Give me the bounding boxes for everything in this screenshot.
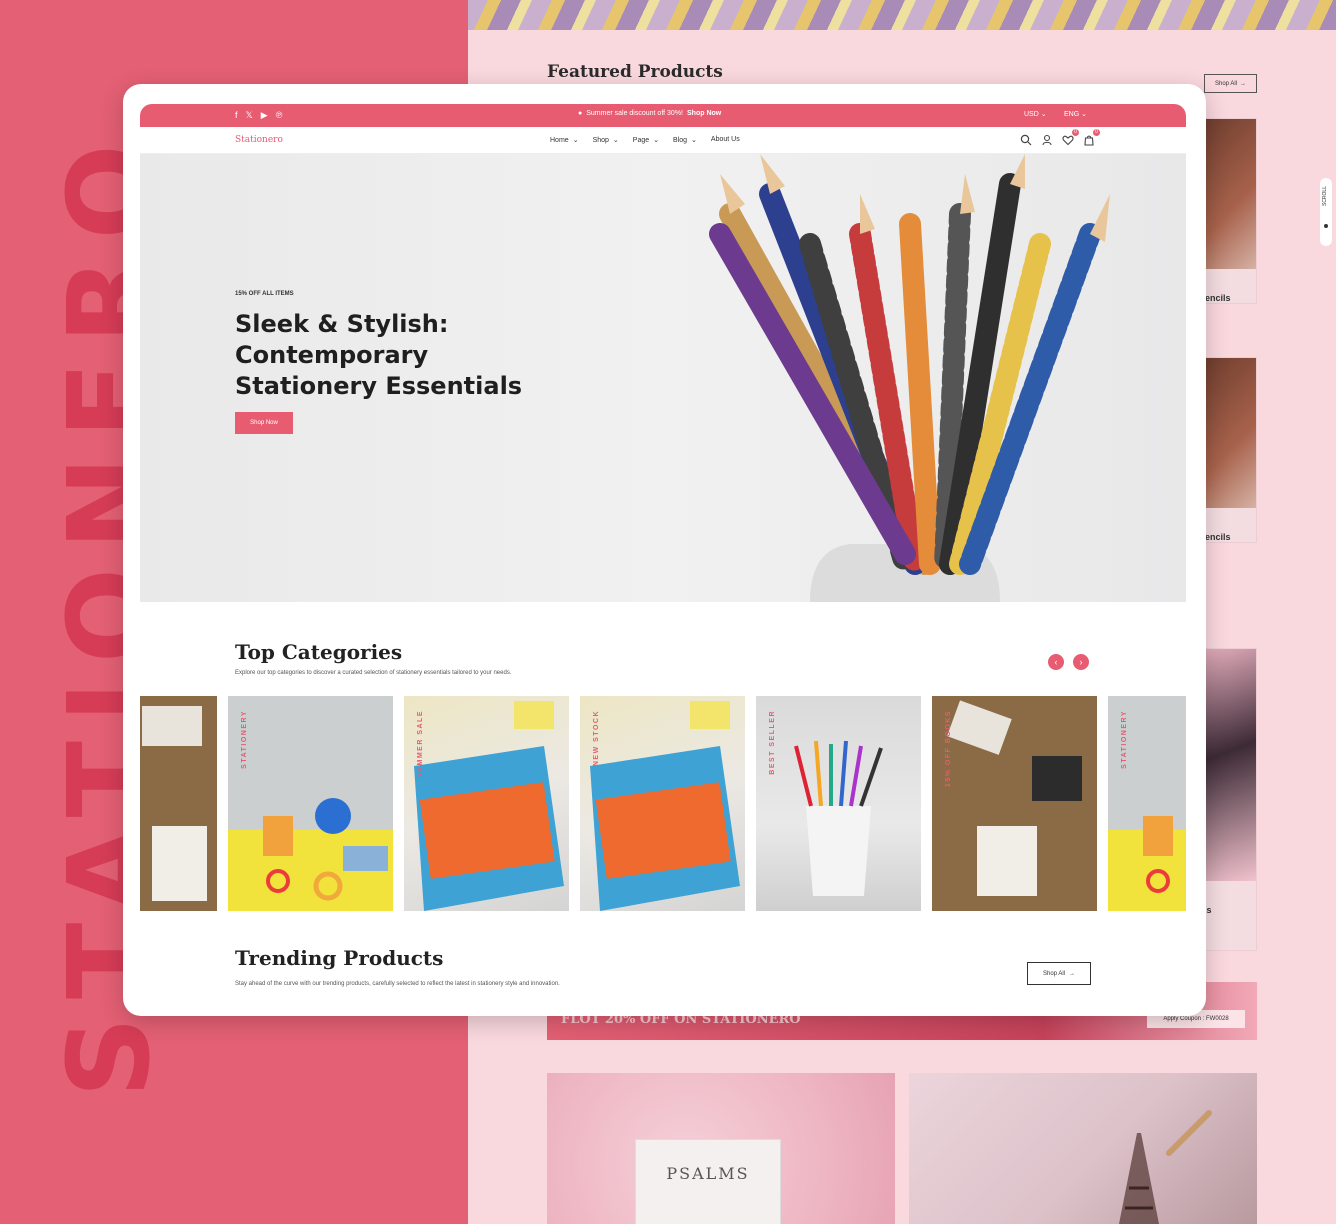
- top-categories-section: Top Categories Explore our top categorie…: [140, 602, 1186, 997]
- main-nav: Stationero Home ⌄ Shop ⌄ Page ⌄ Blog ⌄ About…: [140, 127, 1186, 154]
- featured-shop-all-button[interactable]: Shop All →: [1204, 74, 1257, 93]
- carousel-prev-button[interactable]: ‹: [1048, 654, 1064, 670]
- chevron-right-icon: ›: [1079, 657, 1083, 667]
- nav-item-blog[interactable]: Blog ⌄: [673, 136, 697, 144]
- nav-menu: Home ⌄ Shop ⌄ Page ⌄ Blog ⌄ About Us: [550, 136, 740, 144]
- user-icon[interactable]: [1041, 133, 1053, 146]
- announcement-shop-now-link[interactable]: Shop Now: [687, 110, 721, 117]
- trending-description: Stay ahead of the curve with our trendin…: [235, 981, 560, 987]
- facebook-icon[interactable]: f: [235, 109, 238, 121]
- nav-item-label: Shop: [592, 137, 609, 144]
- scroll-indicator[interactable]: SCROLL: [1320, 178, 1332, 246]
- category-tile[interactable]: STATIONERY: [228, 696, 393, 911]
- hero-title: Sleek & Stylish: Contemporary Stationery…: [235, 310, 523, 400]
- category-tile[interactable]: BEST SELLER: [756, 696, 921, 911]
- categories-description: Explore our top categories to discover a…: [235, 670, 512, 676]
- category-tile[interactable]: STATIONERY: [1108, 696, 1186, 911]
- arrow-right-icon: →: [1240, 80, 1247, 87]
- category-label: STATIONERY: [1121, 710, 1128, 769]
- nav-item-label: Page: [632, 137, 650, 144]
- category-carousel: STATIONERY SUMMER SALE NEW STOCK BEST SE…: [140, 696, 1186, 911]
- carousel-next-button[interactable]: ›: [1073, 654, 1089, 670]
- chevron-down-icon: ⌄: [691, 137, 697, 144]
- cart-count-badge: 0: [1093, 129, 1100, 136]
- top-bar: f 𝕏 ▶ ℗ ● Summer sale discount off 30%! …: [140, 104, 1186, 127]
- nav-item-label: Blog: [673, 137, 688, 144]
- trending-title: Trending Products: [235, 946, 444, 970]
- hero-banner: 15% OFF ALL ITEMS Sleek & Stylish: Conte…: [140, 154, 1186, 602]
- stationery-image: [1143, 816, 1173, 893]
- nav-item-label: Home: [550, 137, 569, 144]
- nav-item-about[interactable]: About Us: [711, 136, 740, 144]
- trending-shop-all-button[interactable]: Shop All →: [1027, 962, 1091, 985]
- pattern-banner: [468, 0, 1336, 30]
- category-label: SUMMER SALE: [417, 710, 424, 779]
- hero-shop-now-button[interactable]: Shop Now: [235, 412, 293, 434]
- youtube-icon[interactable]: ▶: [261, 109, 268, 121]
- cart-icon[interactable]: 0: [1083, 129, 1100, 146]
- eiffel-tower-icon: [1119, 1110, 1212, 1224]
- pencil-cup-image: [794, 740, 883, 896]
- currency-value: USD: [1024, 111, 1039, 118]
- trending-shop-all-label: Shop All: [1042, 970, 1066, 977]
- announcement: ● Summer sale discount off 30%! Shop Now: [578, 110, 721, 117]
- nav-item-home[interactable]: Home ⌄: [550, 136, 579, 144]
- psalms-book: PSALMS: [635, 1139, 781, 1224]
- search-icon[interactable]: [1020, 133, 1032, 146]
- chevron-down-icon: ⌄: [653, 137, 660, 144]
- x-icon[interactable]: 𝕏: [246, 109, 253, 121]
- wishlist-count-badge: 0: [1072, 129, 1079, 136]
- category-tile[interactable]: [140, 696, 217, 911]
- device-mockup: f 𝕏 ▶ ℗ ● Summer sale discount off 30%! …: [123, 84, 1206, 1016]
- hero-kicker: 15% OFF ALL ITEMS: [235, 291, 294, 297]
- chevron-down-icon: ⌄: [572, 137, 579, 144]
- arrow-right-icon: →: [1069, 970, 1076, 977]
- scroll-label: SCROLL: [1322, 186, 1328, 207]
- category-tile[interactable]: SUMMER SALE: [404, 696, 569, 911]
- chevron-down-icon: ⌄: [612, 137, 619, 144]
- category-label: 15% OFF BOOKS: [945, 710, 952, 788]
- wishlist-icon[interactable]: 0: [1062, 129, 1079, 146]
- category-tile[interactable]: NEW STOCK: [580, 696, 745, 911]
- pencils-illustration: [709, 154, 1110, 602]
- nav-item-shop[interactable]: Shop ⌄: [593, 136, 619, 144]
- notebook-image: [414, 701, 564, 911]
- chevron-down-icon: ⌄: [1081, 111, 1087, 118]
- chevron-down-icon: ⌄: [1040, 111, 1047, 118]
- blog-image-eiffel[interactable]: [909, 1073, 1257, 1224]
- blog-image-psalms[interactable]: PSALMS: [547, 1073, 895, 1224]
- categories-title: Top Categories: [235, 640, 403, 664]
- nav-item-label: About Us: [710, 136, 740, 143]
- fire-icon: ●: [578, 110, 583, 117]
- announcement-text: Summer sale discount off 30%!: [586, 110, 683, 117]
- notebook-image: [590, 701, 740, 911]
- nav-item-page[interactable]: Page ⌄: [633, 136, 659, 144]
- category-label: STATIONERY: [241, 710, 248, 769]
- stationery-image: [263, 798, 388, 901]
- featured-products-title: Featured Products: [547, 62, 723, 82]
- featured-shop-all-label: Shop All: [1214, 80, 1238, 87]
- envelopes-image: [142, 706, 207, 901]
- site-logo[interactable]: Stationero: [235, 135, 283, 145]
- language-select[interactable]: ENG ⌄: [1064, 110, 1087, 118]
- social-links: f 𝕏 ▶ ℗: [235, 109, 282, 121]
- website-screen: f 𝕏 ▶ ℗ ● Summer sale discount off 30%! …: [140, 104, 1186, 997]
- category-tile[interactable]: 15% OFF BOOKS: [932, 696, 1097, 911]
- scroll-dot: [1324, 224, 1328, 228]
- pinterest-icon[interactable]: ℗: [276, 109, 283, 121]
- nav-icons: 0 0: [1020, 129, 1100, 146]
- envelopes-image: [947, 700, 1082, 896]
- category-label: BEST SELLER: [769, 710, 776, 775]
- language-value: ENG: [1064, 111, 1080, 118]
- chevron-left-icon: ‹: [1054, 657, 1058, 667]
- category-label: NEW STOCK: [593, 710, 600, 767]
- currency-select[interactable]: USD ⌄: [1024, 110, 1047, 118]
